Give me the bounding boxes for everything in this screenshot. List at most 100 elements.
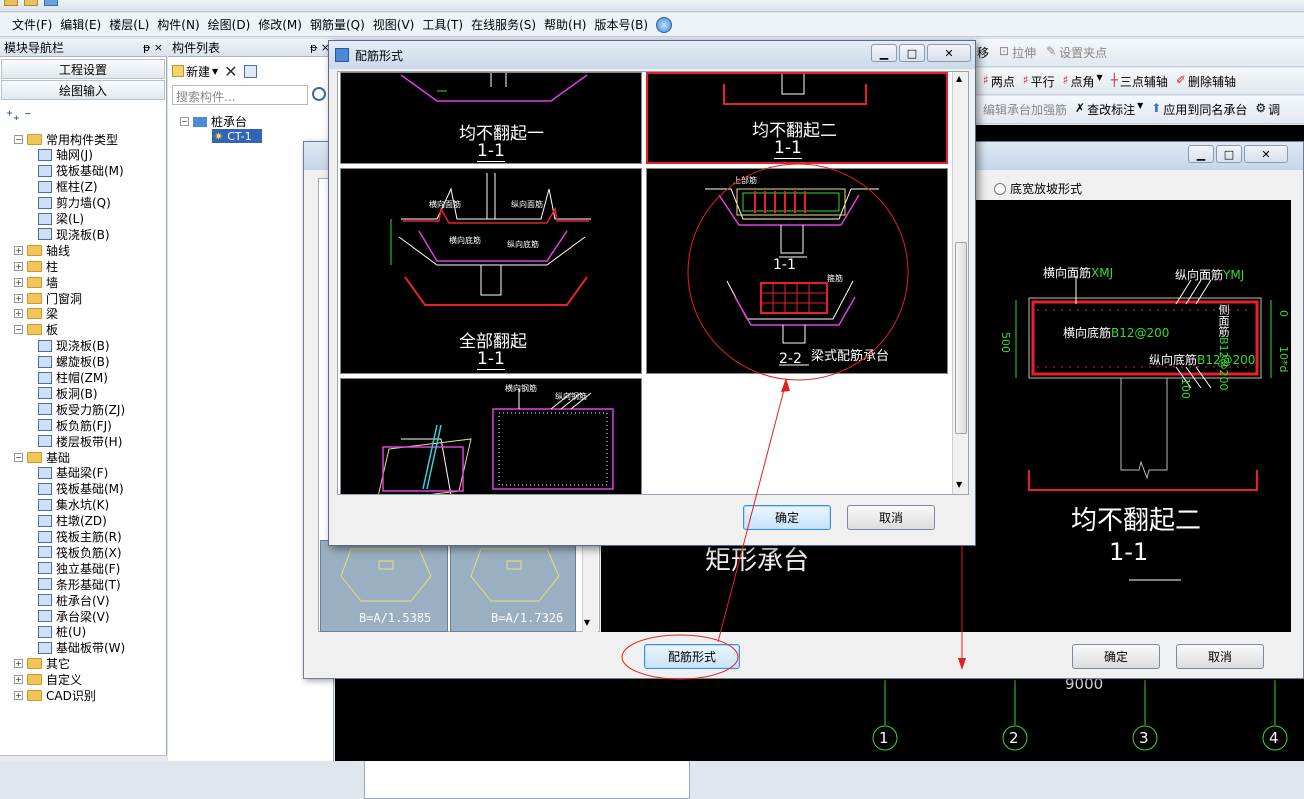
tree-leaf[interactable]: 板负筋(FJ) [38, 417, 112, 433]
preview-scrollbar[interactable]: ▼ [580, 618, 594, 632]
tree-leaf[interactable]: 框柱(Z) [38, 179, 98, 195]
expand-icon[interactable]: + [14, 245, 23, 255]
menu-modify[interactable]: 修改(M) [254, 16, 306, 33]
tree-leaf[interactable]: 桩(U) [38, 624, 86, 640]
expand-icon[interactable]: + [14, 659, 23, 669]
pile-cap-ok-button[interactable]: 确定 [1072, 644, 1160, 669]
tree-leaf[interactable]: 筏板基础(M) [38, 163, 124, 179]
rebar-options-scrollbar[interactable]: ▲ ▼ [952, 72, 968, 494]
option-beam-cap-plan[interactable]: 横向钢筋 纵向钢筋 [340, 378, 642, 494]
tree-leaf[interactable]: 螺旋板(B) [38, 354, 110, 370]
rebar-ok-button[interactable]: 确定 [743, 505, 831, 530]
rebar-close-icon[interactable]: ✕ [927, 44, 971, 62]
tree-leaf[interactable]: 承台梁(V) [38, 608, 110, 624]
menu-floor[interactable]: 楼层(L) [105, 16, 153, 33]
menu-file[interactable]: 文件(F) [8, 16, 56, 33]
tree-leaf[interactable]: 基础板带(W) [38, 640, 125, 656]
thumb-card-1[interactable]: B=A/1.5385 [320, 540, 448, 632]
tree-leaf[interactable]: 筏板基础(M) [38, 481, 124, 497]
scroll-up-icon[interactable]: ▲ [956, 74, 962, 83]
tree-leaf[interactable]: 现浇板(B) [38, 338, 110, 354]
copy-icon[interactable] [243, 64, 257, 78]
tree-leaf[interactable]: 现浇板(B) [38, 226, 110, 242]
tree-leaf[interactable]: 集水坑(K) [38, 497, 109, 513]
tree-leaf[interactable]: 桩承台(V) [38, 592, 110, 608]
rebar-form-button[interactable]: 配筋形式 [644, 644, 740, 669]
online-service-icon[interactable] [656, 16, 673, 33]
nav-panel-pin-close[interactable]: ᵽ × [143, 41, 163, 54]
menu-tools[interactable]: 工具(T) [418, 16, 467, 33]
collapse-icon[interactable]: − [180, 117, 189, 126]
tree-leaf[interactable]: 楼层板带(H) [38, 433, 122, 449]
tree-leaf[interactable]: 筏板负筋(X) [38, 544, 122, 560]
expand-icon[interactable]: + [14, 675, 23, 685]
tree-root-pile-cap[interactable]: − 桩承台 [180, 113, 247, 130]
project-settings-button[interactable]: 工程设置 [1, 59, 165, 79]
rebar-maximize-icon[interactable]: □ [899, 44, 925, 62]
scroll-down-icon[interactable]: ▼ [956, 480, 962, 489]
three-point-axis-button[interactable]: ┼ 三点辅轴 [1111, 73, 1168, 90]
tree-leaf[interactable]: 独立基础(F) [38, 560, 120, 576]
option-beam-cap[interactable]: 上部筋 箍筋 1-1 2-2 梁式配筋承台 [646, 168, 948, 374]
menu-rebar-qty[interactable]: 钢筋量(Q) [306, 16, 369, 33]
edit-cap-rebar-button[interactable]: 编辑承台加强筋 [983, 101, 1067, 118]
option-all-flip[interactable]: 横向面筋 纵向面筋 横向底筋 纵向底筋 全部翻起 1-1 [340, 168, 642, 374]
tree-folder[interactable]: − 基础 [14, 449, 70, 465]
collapse-icon[interactable]: − [14, 325, 23, 335]
parallel-button[interactable]: ♯ 平行 [1023, 73, 1055, 90]
tree-folder[interactable]: + 轴线 [14, 242, 70, 258]
delete-icon[interactable]: ✕ [224, 62, 237, 81]
expand-icon[interactable]: + [14, 277, 23, 287]
tree-item-ct1[interactable]: ✷ CT-1 [212, 129, 262, 143]
expand-icon[interactable]: + [14, 261, 23, 271]
tree-leaf[interactable]: 柱墩(ZD) [38, 513, 107, 529]
pile-cap-cancel-button[interactable]: 取消 [1176, 644, 1264, 669]
tree-folder[interactable]: + 自定义 [14, 672, 82, 688]
collapse-icon[interactable]: − [14, 134, 23, 144]
apply-same-name-button[interactable]: ⬆ 应用到同名承台 [1151, 101, 1247, 118]
menu-help[interactable]: 帮助(H) [540, 16, 590, 33]
move-button[interactable]: 移 [977, 44, 989, 61]
tree-leaf[interactable]: 板洞(B) [38, 385, 98, 401]
thumb-card-2[interactable]: B=A/1.7326 [450, 540, 576, 632]
menu-draw[interactable]: 绘图(D) [204, 16, 255, 33]
adjust-button[interactable]: ⚙ 调 [1255, 101, 1280, 118]
expand-icon[interactable]: + [14, 309, 23, 319]
tree-leaf[interactable]: 梁(L) [38, 211, 84, 227]
tree-leaf[interactable]: 基础梁(F) [38, 465, 108, 481]
tree-folder[interactable]: + 其它 [14, 656, 70, 672]
nav-panel-bottom-scroll[interactable] [0, 755, 167, 761]
tree-folder[interactable]: + 柱 [14, 258, 58, 274]
tree-folder[interactable]: − 常用构件类型 [14, 131, 118, 147]
menu-component[interactable]: 构件(N) [153, 16, 203, 33]
tree-leaf[interactable]: 条形基础(T) [38, 576, 121, 592]
menu-version[interactable]: 版本号(B) [590, 16, 652, 33]
scroll-thumb[interactable] [955, 242, 967, 434]
tree-leaf[interactable]: 筏板主筋(R) [38, 529, 122, 545]
check-label-button[interactable]: ✗ 查改标注 ▼ [1075, 101, 1143, 118]
search-icon[interactable] [312, 87, 326, 101]
menu-edit[interactable]: 编辑(E) [56, 16, 105, 33]
tree-leaf[interactable]: 柱帽(ZM) [38, 370, 108, 386]
drawing-input-button[interactable]: 绘图输入 [1, 80, 165, 100]
minimize-icon[interactable]: ▁ [1188, 145, 1214, 163]
expand-icon[interactable]: + [14, 691, 23, 700]
option-no-flip-2[interactable]: 均不翻起二 1-1 [646, 72, 948, 164]
tree-folder[interactable]: + 门窗洞 [14, 290, 82, 306]
set-point-button[interactable]: ✎ 设置夹点 [1046, 44, 1107, 61]
two-points-button[interactable]: ♯ 两点 [983, 73, 1015, 90]
tree-leaf[interactable]: 剪力墙(Q) [38, 195, 111, 211]
new-component-button[interactable]: 新建 ▼ [172, 63, 218, 80]
point-angle-button[interactable]: ♯ 点角 ▼ [1063, 73, 1103, 90]
tree-leaf[interactable]: 轴网(J) [38, 147, 93, 163]
tree-leaf[interactable]: 板受力筋(ZJ) [38, 401, 125, 417]
maximize-icon[interactable]: □ [1216, 145, 1242, 163]
expand-icon[interactable]: + [14, 293, 23, 303]
rebar-cancel-button[interactable]: 取消 [847, 505, 935, 530]
rebar-minimize-icon[interactable]: ▁ [871, 44, 897, 62]
collapse-icon[interactable]: − [14, 452, 23, 462]
radio-bottom-slope[interactable]: 底宽放坡形式 [994, 180, 1082, 197]
menu-view[interactable]: 视图(V) [369, 16, 419, 33]
menu-online[interactable]: 在线服务(S) [467, 16, 540, 33]
component-search-input[interactable]: 搜索构件... [172, 85, 308, 105]
